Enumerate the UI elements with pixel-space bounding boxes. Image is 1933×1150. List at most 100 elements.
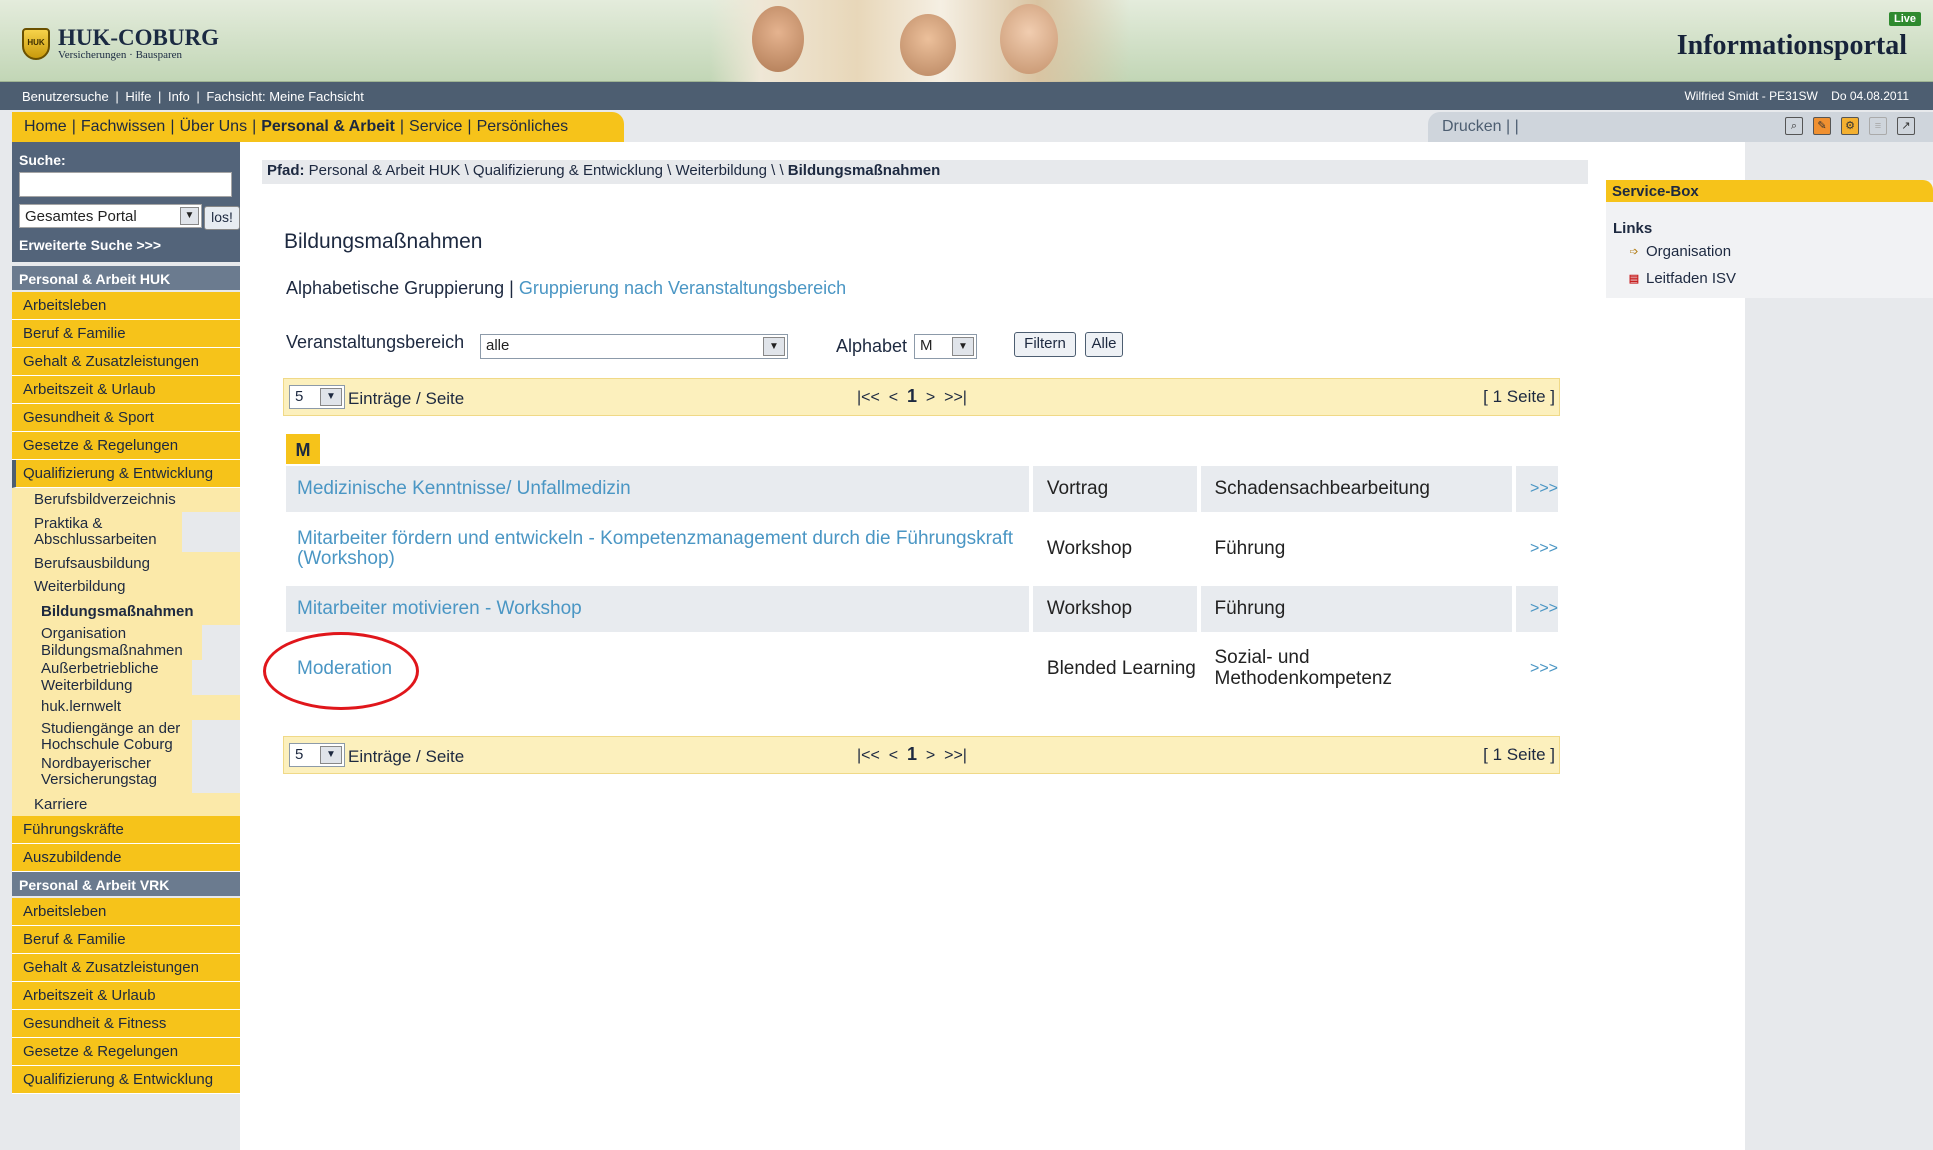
sidebar-item[interactable]: Beruf & Familie	[12, 926, 240, 954]
all-button[interactable]: Alle	[1085, 332, 1123, 357]
sidebar-item[interactable]: Führungskräfte	[12, 816, 240, 844]
portal-title: Informationsportal	[1676, 30, 1907, 61]
edit-icon[interactable]: ✎	[1813, 117, 1831, 135]
sidebar-item[interactable]: Beruf & Familie	[12, 320, 240, 348]
nav-persoenliches[interactable]: Persönliches	[477, 118, 569, 135]
chevron-down-icon[interactable]: ▼	[180, 207, 199, 225]
per-page-select[interactable]: 5 ▼	[289, 385, 345, 409]
sidebar-subitem[interactable]: Studiengänge an der Hochschule Coburg	[12, 719, 192, 755]
first-page-link[interactable]: |<<	[857, 389, 880, 406]
nav-fachwissen[interactable]: Fachwissen	[81, 118, 165, 135]
sidebar-item[interactable]: Arbeitsleben	[12, 292, 240, 320]
search-input[interactable]	[19, 172, 232, 197]
course-type: Vortrag	[1032, 466, 1201, 512]
sidebar-item[interactable]: Gesundheit & Sport	[12, 404, 240, 432]
preview-icon[interactable]: ⌕	[1785, 117, 1803, 135]
course-details-link[interactable]: >>>	[1515, 466, 1558, 512]
letter-group-badge: M	[286, 434, 320, 464]
logo-text: HUK-COBURG Versicherungen · Bausparen	[58, 26, 219, 61]
sidebar-item-qualifizierung[interactable]: Qualifizierung & Entwicklung	[12, 460, 240, 488]
advanced-search-link[interactable]: Erweiterte Suche >>>	[19, 237, 161, 253]
grouping-separator: |	[509, 278, 514, 298]
grouping-by-area-link[interactable]: Gruppierung nach Veranstaltungsbereich	[519, 278, 846, 298]
sidebar-subitem-active[interactable]: Bildungsmaßnahmen	[12, 598, 240, 625]
sidebar-subitem[interactable]: Nordbayerischer Versicherungstag	[12, 754, 192, 793]
sidebar-item[interactable]: Arbeitszeit & Urlaub	[12, 376, 240, 404]
settings-icon[interactable]: ⚙	[1841, 117, 1859, 135]
grouping-alphabetical: Alphabetische Gruppierung	[286, 278, 505, 298]
search-go-button[interactable]: los!	[204, 206, 240, 230]
sidebar-section-huk[interactable]: Personal & Arbeit HUK	[12, 266, 240, 292]
view-link[interactable]: Fachsicht: Meine Fachsicht	[206, 89, 364, 104]
sidebar-item[interactable]: Gesetze & Regelungen	[12, 1038, 240, 1066]
nav-home[interactable]: Home	[24, 118, 67, 135]
document-icon[interactable]: ≡	[1869, 117, 1887, 135]
chevron-down-icon[interactable]: ▼	[320, 746, 342, 764]
course-title-link[interactable]: Mitarbeiter fördern und entwickeln - Kom…	[286, 512, 1033, 586]
service-link-leitfaden[interactable]: ▤ Leitfaden ISV	[1625, 270, 1736, 287]
course-area: Führung	[1200, 586, 1516, 632]
sidebar-subitem[interactable]: Berufsbildverzeichnis	[12, 488, 240, 512]
nav-personal-arbeit[interactable]: Personal & Arbeit	[261, 118, 395, 135]
info-link[interactable]: Info	[168, 89, 190, 104]
export-icon[interactable]: ↗	[1897, 117, 1915, 135]
sidebar-item[interactable]: Gesetze & Regelungen	[12, 432, 240, 460]
course-details-link[interactable]: >>>	[1516, 512, 1558, 586]
breadcrumb-current: Bildungsmaßnahmen	[787, 162, 941, 179]
page-count: [ 1 Seite ]	[1483, 745, 1555, 764]
sidebar-subitem-weiterbildung[interactable]: Weiterbildung	[12, 575, 240, 599]
sidebar-item[interactable]: Arbeitszeit & Urlaub	[12, 982, 240, 1010]
sidebar-section-vrk[interactable]: Personal & Arbeit VRK	[12, 872, 240, 898]
service-box: Service-Box Links ➩ Organisation ▤ Leitf…	[1606, 180, 1933, 298]
sidebar-item[interactable]: Gehalt & Zusatzleistungen	[12, 348, 240, 376]
course-title-link[interactable]: Medizinische Kenntnisse/ Unfallmedizin	[286, 466, 1033, 512]
filter-row: Veranstaltungsbereich	[286, 332, 464, 353]
course-details-link[interactable]: >>>	[1516, 632, 1558, 706]
first-page-link[interactable]: |<<	[857, 747, 880, 764]
sidebar-item[interactable]: Gesundheit & Fitness	[12, 1010, 240, 1038]
print-link[interactable]: Drucken | |	[1442, 118, 1519, 135]
last-page-link[interactable]: >>|	[944, 747, 967, 764]
separator: |	[196, 89, 200, 104]
per-page-select[interactable]: 5 ▼	[289, 743, 345, 767]
last-page-link[interactable]: >>|	[944, 389, 967, 406]
prev-page-link[interactable]: <	[889, 747, 898, 764]
person-photo	[900, 14, 956, 76]
sidebar-subitem[interactable]: Berufsausbildung	[12, 551, 240, 575]
next-page-link[interactable]: >	[926, 747, 935, 764]
course-details-link[interactable]: >>>	[1515, 586, 1558, 632]
course-type: Blended Learning	[1033, 632, 1201, 706]
filter-button[interactable]: Filtern	[1014, 332, 1076, 357]
table-row: Mitarbeiter motivieren - Workshop Worksh…	[286, 586, 1558, 632]
sidebar-subitem[interactable]: Praktika & Abschlussarbeiten	[12, 511, 182, 552]
service-link-organisation[interactable]: ➩ Organisation	[1625, 243, 1731, 260]
nav-service[interactable]: Service	[409, 118, 462, 135]
sidebar-item[interactable]: Arbeitsleben	[12, 898, 240, 926]
highlight-circle	[263, 632, 419, 710]
chevron-down-icon[interactable]: ▼	[952, 337, 974, 356]
course-title-link[interactable]: Mitarbeiter motivieren - Workshop	[286, 586, 1033, 632]
search-scope-select[interactable]: Gesamtes Portal ▼	[19, 204, 202, 228]
sidebar-subitem[interactable]: Organisation Bildungsmaßnahmen	[12, 625, 202, 660]
help-link[interactable]: Hilfe	[125, 89, 151, 104]
prev-page-link[interactable]: <	[889, 389, 898, 406]
breadcrumb-path[interactable]: Personal & Arbeit HUK \ Qualifizierung &…	[309, 162, 784, 179]
next-page-link[interactable]: >	[926, 389, 935, 406]
sidebar-item[interactable]: Auszubildende	[12, 844, 240, 872]
area-filter-select[interactable]: alle ▼	[480, 334, 788, 359]
sidebar-item[interactable]: Gehalt & Zusatzleistungen	[12, 954, 240, 982]
chevron-down-icon[interactable]: ▼	[320, 388, 342, 406]
sidebar-item[interactable]: Qualifizierung & Entwicklung	[12, 1066, 240, 1094]
pdf-icon: ▤	[1628, 272, 1640, 285]
nav-ueber-uns[interactable]: Über Uns	[179, 118, 247, 135]
alphabet-filter-select[interactable]: M ▼	[914, 334, 977, 359]
huk-coburg-logo[interactable]: HUK HUK-COBURG Versicherungen · Bauspare…	[22, 26, 219, 61]
sidebar-subitem[interactable]: Außerbetriebliche Weiterbildung	[12, 660, 192, 695]
chevron-down-icon[interactable]: ▼	[763, 337, 785, 356]
sidebar-subitem[interactable]: huk.lernwelt	[12, 695, 240, 720]
user-search-link[interactable]: Benutzersuche	[22, 89, 109, 104]
folder-link-icon: ➩	[1629, 245, 1639, 258]
sidebar-subitem[interactable]: Karriere	[12, 792, 240, 816]
current-page: 1	[906, 386, 917, 406]
search-label: Suche:	[19, 152, 66, 168]
